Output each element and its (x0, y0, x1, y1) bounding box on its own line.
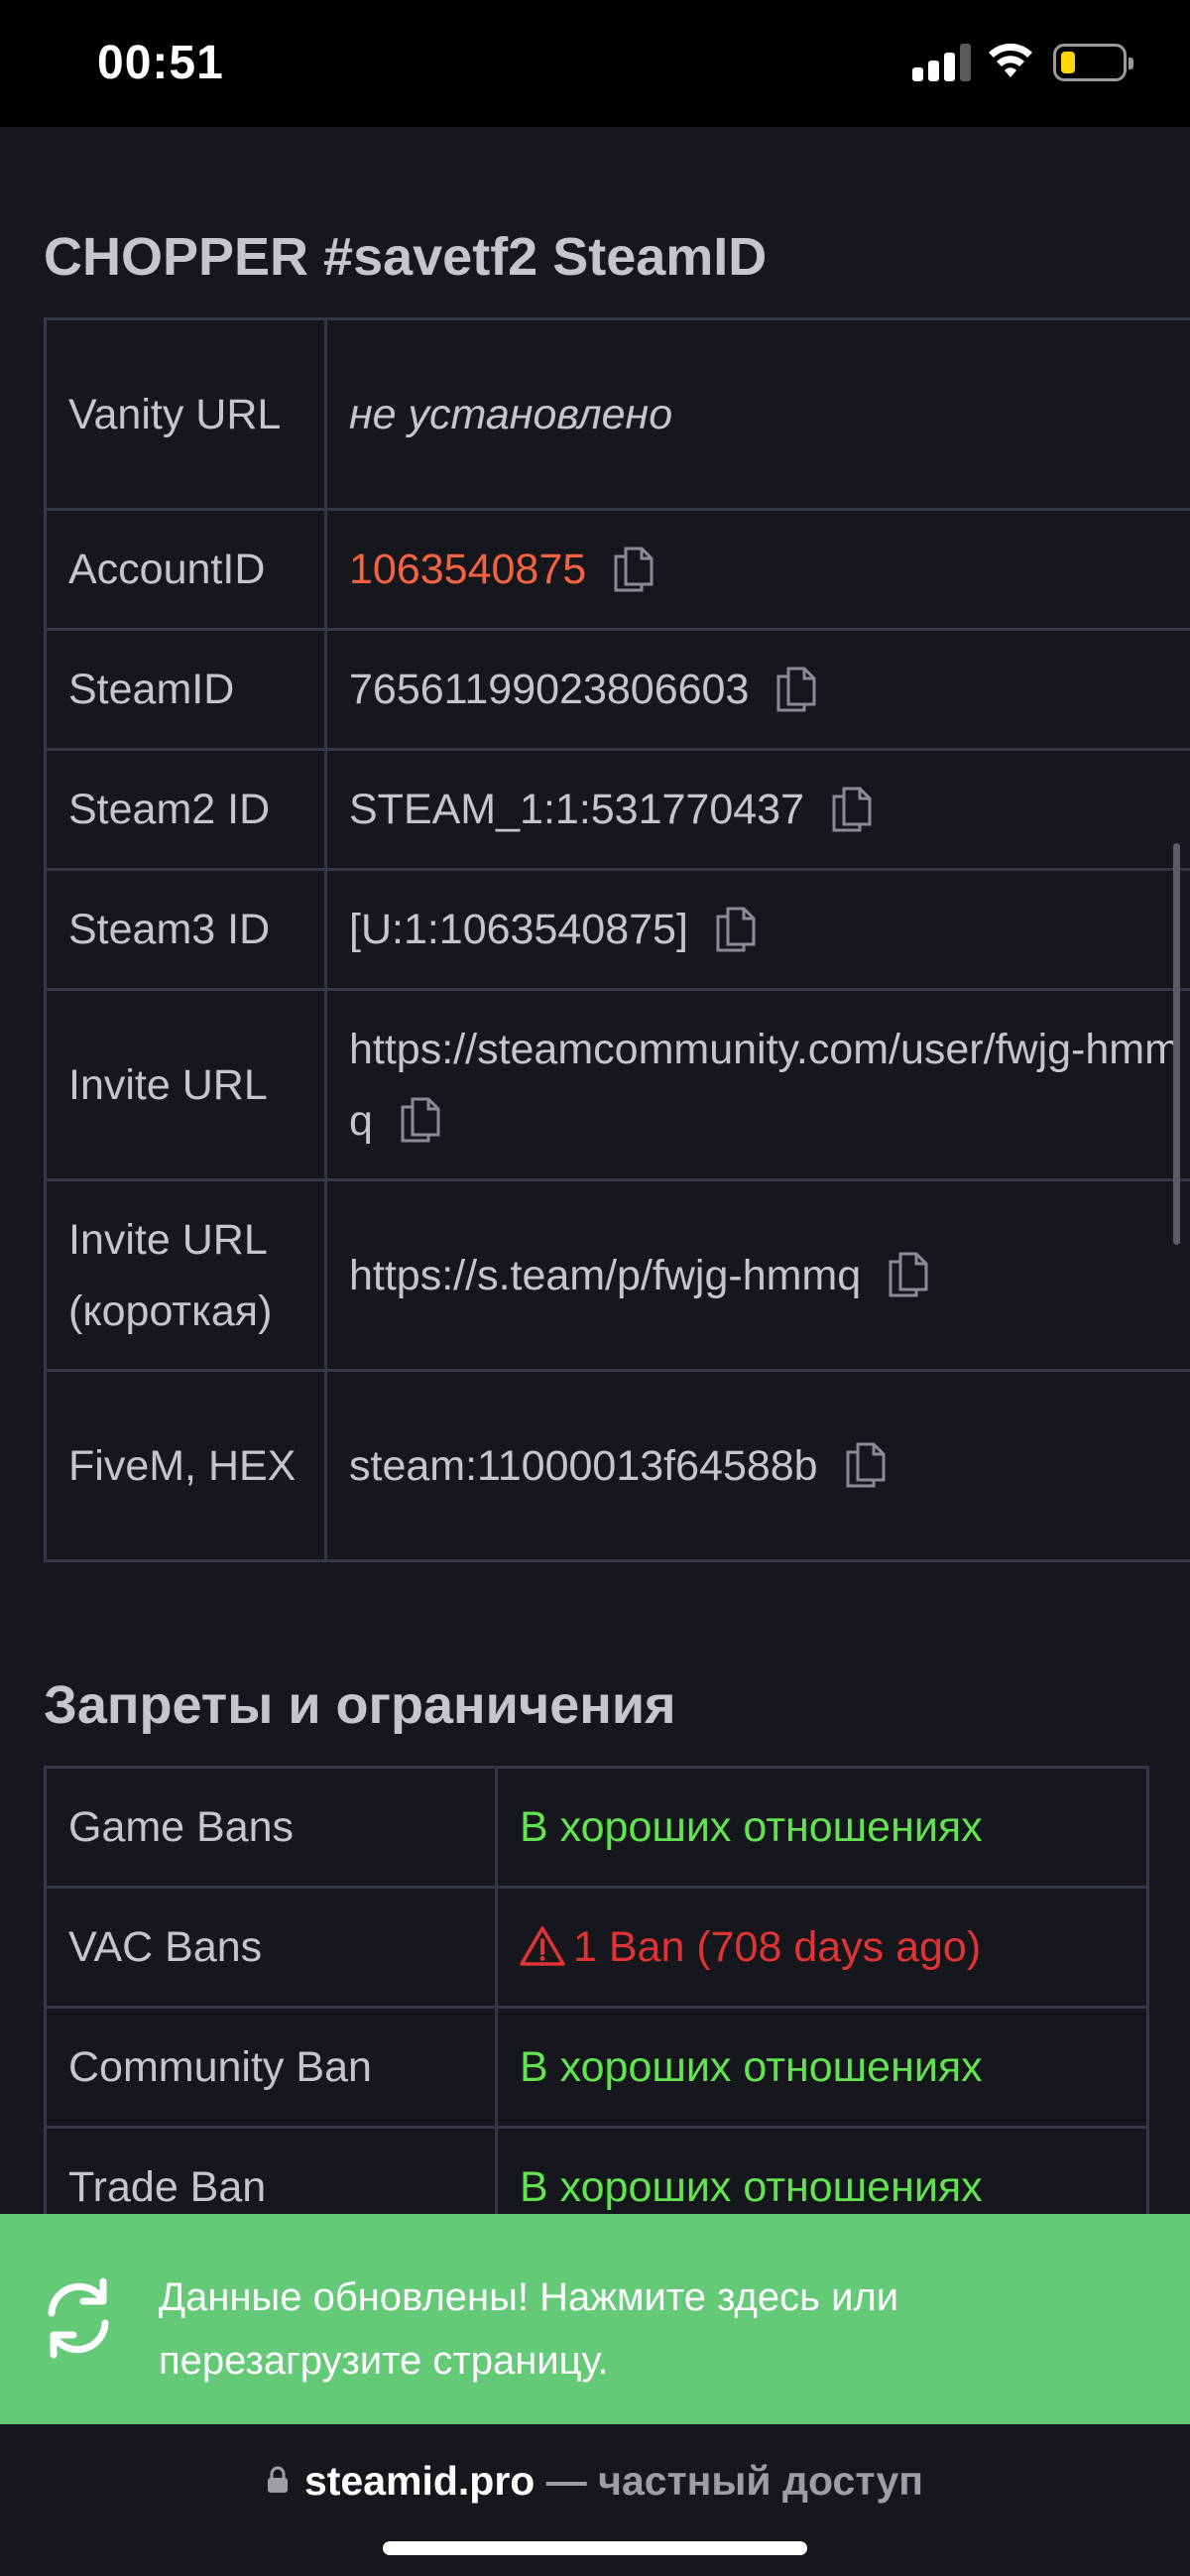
private-access-label: частный доступ (598, 2458, 924, 2504)
url-display[interactable]: steamid.pro — частный доступ (0, 2458, 1190, 2505)
table-row: VAC Bans 1 Ban (708 days ago) (44, 1886, 1149, 2009)
row-label: FiveM, HEX (44, 1369, 327, 1562)
table-row: SteamID 76561199023806603 (44, 628, 1190, 751)
invite-url-cell: https://steamcommunity.com/user/fwjg-hmm… (324, 988, 1190, 1181)
toast-message: Данные обновлены! Нажмите здесь или пере… (159, 2275, 899, 2383)
invite-url-short-value[interactable]: https://s.team/p/fwjg-hmmq (349, 1252, 861, 1299)
table-row: Invite URL (короткая) https://s.team/p/f… (44, 1178, 1190, 1372)
update-toast[interactable]: Данные обновлены! Нажмите здесь или пере… (0, 2214, 1190, 2424)
home-indicator[interactable] (383, 2541, 807, 2555)
table-row: Vanity URL не установлено (44, 317, 1190, 511)
row-label: Invite URL (44, 988, 327, 1181)
status-time: 00:51 (97, 37, 224, 89)
steam3-id-value[interactable]: [U:1:1063540875] (349, 906, 688, 953)
copy-icon[interactable] (612, 545, 655, 592)
sync-icon (48, 2277, 109, 2359)
vac-bans-cell: 1 Ban (708 days ago) (495, 1886, 1149, 2009)
table-row: AccountID 1063540875 (44, 508, 1190, 631)
fivem-hex-cell: steam:11000013f64588b (324, 1369, 1190, 1562)
battery-icon (1053, 44, 1133, 81)
table-row: Steam2 ID STEAM_1:1:531770437 (44, 748, 1190, 871)
copy-icon[interactable] (714, 905, 758, 952)
row-label: Invite URL (короткая) (44, 1178, 327, 1372)
row-label: Community Ban (44, 2006, 498, 2129)
page: 00:51 CHOPPER #savetf2 SteamID Vanity UR… (0, 0, 1190, 2576)
table-row: Community Ban В хороших отношениях (44, 2006, 1149, 2129)
scrollbar[interactable] (1173, 843, 1180, 1245)
lock-icon (267, 2466, 288, 2494)
browser-address-bar[interactable]: steamid.pro — частный доступ (0, 2424, 1190, 2576)
table-row: Invite URL https://steamcommunity.com/us… (44, 988, 1190, 1181)
steamid-table: Vanity URL не установлено AccountID 1063… (44, 317, 1190, 1562)
row-label: Steam2 ID (44, 748, 327, 871)
account-id-cell: 1063540875 (324, 508, 1190, 631)
copy-icon[interactable] (844, 1440, 888, 1488)
game-bans-status: В хороших отношениях (495, 1766, 1149, 1889)
copy-icon[interactable] (774, 665, 818, 712)
bans-section-title: Запреты и ограничения (44, 1675, 676, 1735)
table-row: FiveM, HEX steam:11000013f64588b (44, 1369, 1190, 1562)
row-label: SteamID (44, 628, 327, 751)
row-label: Vanity URL (44, 317, 327, 511)
url-separator: — (545, 2458, 587, 2504)
invite-url-short-cell: https://s.team/p/fwjg-hmmq (324, 1178, 1190, 1372)
steam2-id-value[interactable]: STEAM_1:1:531770437 (349, 786, 804, 833)
row-label: Game Bans (44, 1766, 498, 1889)
copy-icon[interactable] (830, 785, 874, 832)
steam3-id-cell: [U:1:1063540875] (324, 868, 1190, 991)
fivem-hex-value[interactable]: steam:11000013f64588b (349, 1442, 818, 1490)
invite-url-value[interactable]: https://steamcommunity.com/user/fwjg-hmm… (349, 1026, 1180, 1145)
copy-icon[interactable] (887, 1250, 930, 1297)
steamid-section-title: CHOPPER #savetf2 SteamID (44, 227, 768, 287)
community-ban-status: В хороших отношениях (495, 2006, 1149, 2129)
row-label: Steam3 ID (44, 868, 327, 991)
status-bar: 00:51 (0, 0, 1190, 127)
account-id-value[interactable]: 1063540875 (349, 546, 586, 593)
cellular-signal-icon (912, 44, 971, 81)
url-domain: steamid.pro (303, 2458, 536, 2504)
steam2-id-cell: STEAM_1:1:531770437 (324, 748, 1190, 871)
steamid-value[interactable]: 76561199023806603 (349, 666, 749, 713)
steamid-cell: 76561199023806603 (324, 628, 1190, 751)
vanity-url-value: не установлено (324, 317, 1190, 511)
warning-icon (520, 1925, 565, 1966)
bans-table: Game Bans В хороших отношениях VAC Bans … (44, 1766, 1149, 2249)
table-row: Steam3 ID [U:1:1063540875] (44, 868, 1190, 991)
table-row: Game Bans В хороших отношениях (44, 1766, 1149, 1889)
wifi-icon (989, 43, 1032, 77)
vac-bans-status: 1 Ban (708 days ago) (573, 1923, 982, 1971)
row-label: AccountID (44, 508, 327, 631)
row-label: VAC Bans (44, 1886, 498, 2009)
copy-icon[interactable] (399, 1095, 442, 1143)
